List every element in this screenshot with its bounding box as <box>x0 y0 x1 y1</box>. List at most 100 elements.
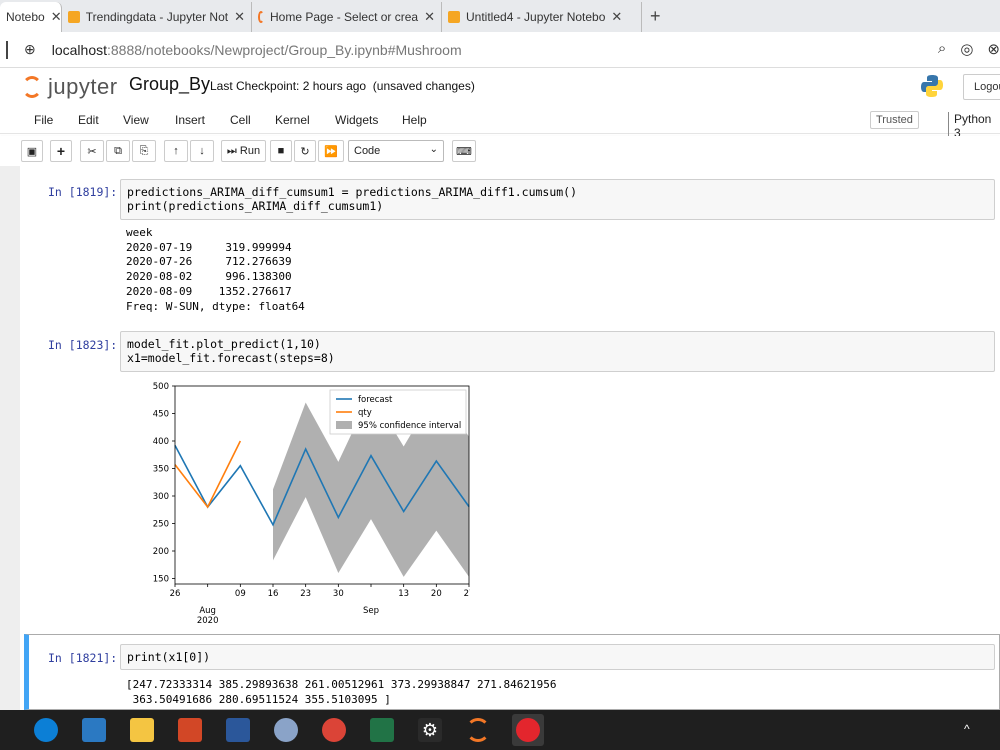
browser-tab-2[interactable]: Trendingdata - Jupyter Not ✕ <box>62 2 252 32</box>
trusted-badge[interactable]: Trusted <box>870 111 919 129</box>
move-up-button[interactable]: ↑ <box>164 140 188 162</box>
settings-gear-icon[interactable]: ⚙ <box>418 718 442 742</box>
x-tick-label: 16 <box>268 589 279 599</box>
menu-view[interactable]: View <box>123 113 149 127</box>
checkpoint-text: Last Checkpoint: 2 hours ago <box>210 79 367 93</box>
plus-icon: + <box>56 143 66 159</box>
cell-type-value: Code <box>354 145 381 157</box>
menu-kernel[interactable]: Kernel <box>275 113 310 127</box>
restart-button[interactable]: ↻ <box>294 140 316 162</box>
code-input[interactable]: print(x1[0]) <box>120 644 995 670</box>
close-icon[interactable]: ⊗ <box>987 40 1000 58</box>
code-input[interactable]: model_fit.plot_predict(1,10) x1=model_fi… <box>120 331 995 372</box>
close-icon[interactable]: ✕ <box>51 9 61 25</box>
globe-icon: ⊕ <box>24 41 36 57</box>
tab-label: Trendingdata - Jupyter Not <box>85 10 229 24</box>
menu-insert[interactable]: Insert <box>175 113 205 127</box>
jupyter-ring-icon <box>22 76 42 98</box>
move-down-button[interactable]: ↓ <box>190 140 214 162</box>
jupyter-wordmark: jupyter <box>48 74 118 99</box>
series-line-qty <box>174 440 242 509</box>
scissors-icon: ✂ <box>87 145 97 158</box>
edge-icon[interactable] <box>34 718 58 742</box>
jupyter-logo[interactable]: jupyter <box>22 74 118 100</box>
close-icon[interactable]: ✕ <box>234 9 245 25</box>
fast-forward-icon: ⏩ <box>324 145 338 158</box>
run-icon: ⏭ <box>226 144 237 157</box>
save-icon: ▣ <box>26 145 38 158</box>
camera-icon[interactable]: ◎ <box>960 40 973 58</box>
menu-help[interactable]: Help <box>402 113 427 127</box>
menu-cell[interactable]: Cell <box>230 113 251 127</box>
y-tick-label: 350 <box>153 465 169 475</box>
code-input[interactable]: predictions_ARIMA_diff_cumsum1 = predict… <box>120 179 995 220</box>
powerpoint-icon[interactable] <box>178 718 202 742</box>
new-tab-icon[interactable]: + <box>642 2 669 32</box>
browser-tab-bar: Notebo ✕ Trendingdata - Jupyter Not ✕ Ho… <box>0 0 1000 32</box>
jupyter-tab-icon <box>68 11 80 23</box>
store-icon[interactable] <box>82 718 106 742</box>
cell-prompt: In [1819]: <box>48 185 118 199</box>
notebook-title[interactable]: Group_By <box>129 74 210 95</box>
x-tick-label: 23 <box>300 589 311 599</box>
command-palette-button[interactable]: ⌨ <box>452 140 476 162</box>
excel-icon[interactable] <box>370 718 394 742</box>
jupyter-header: jupyter Group_By Last Checkpoint: 2 hour… <box>0 68 1000 106</box>
back-edge-icon[interactable] <box>6 40 10 59</box>
jupyter-tab-icon <box>448 11 460 23</box>
menu-widgets[interactable]: Widgets <box>335 113 378 127</box>
browser-tab-3[interactable]: Home Page - Select or crea ✕ <box>252 2 442 32</box>
browser-tab-1[interactable]: Notebo ✕ <box>0 2 62 32</box>
x-tick-label: 30 <box>333 589 344 599</box>
tab-label: Home Page - Select or crea <box>270 10 419 24</box>
cell-output: [247.72333314 385.29893638 261.00512961 … <box>126 678 557 706</box>
python-logo-icon <box>921 75 943 97</box>
unsaved-text: (unsaved changes) <box>372 79 475 93</box>
opera-icon[interactable] <box>516 718 540 742</box>
chevron-up-icon[interactable]: ^ <box>964 722 970 736</box>
menu-bar: File Edit View Insert Cell Kernel Widget… <box>0 106 1000 140</box>
cut-button[interactable]: ✂ <box>80 140 104 162</box>
legend-label: forecast <box>358 395 393 405</box>
url-field[interactable]: localhost:8888/notebooks/Newproject/Grou… <box>52 42 462 58</box>
run-label: Run <box>239 145 261 157</box>
x-tick-label: 13 <box>398 589 409 599</box>
loading-tab-icon <box>258 11 265 23</box>
chrome-icon[interactable] <box>322 718 346 742</box>
keyboard-icon: ⌨ <box>456 145 472 158</box>
y-tick-label: 150 <box>153 575 169 585</box>
jupyter-app-icon[interactable] <box>466 718 490 742</box>
y-tick-label: 400 <box>153 437 169 447</box>
browser-tab-4[interactable]: Untitled4 - Jupyter Notebo ✕ <box>442 2 642 32</box>
paste-icon: ⎘ <box>139 144 149 157</box>
paint-icon[interactable] <box>274 718 298 742</box>
y-tick-label: 300 <box>153 492 169 502</box>
y-tick-label: 250 <box>153 520 169 530</box>
paste-button[interactable]: ⎘ <box>132 140 156 162</box>
stop-icon: ■ <box>277 145 285 157</box>
restart-run-all-button[interactable]: ⏩ <box>318 140 344 162</box>
close-icon[interactable]: ✕ <box>424 9 435 25</box>
address-bar: ⊕ localhost:8888/notebooks/Newproject/Gr… <box>0 32 1000 68</box>
x-tick-label: 26 <box>170 589 181 599</box>
x-group-label: 2020 <box>197 616 219 626</box>
cell-prompt: In [1821]: <box>48 651 118 665</box>
menu-file[interactable]: File <box>34 113 53 127</box>
close-icon[interactable]: ✕ <box>611 9 622 25</box>
checkpoint-status: Last Checkpoint: 2 hours ago (unsaved ch… <box>210 79 475 93</box>
word-icon[interactable] <box>226 718 250 742</box>
menu-edit[interactable]: Edit <box>78 113 99 127</box>
save-button[interactable]: ▣ <box>21 140 43 162</box>
tab-label: Untitled4 - Jupyter Notebo <box>466 10 606 24</box>
file-explorer-icon[interactable] <box>130 718 154 742</box>
y-tick-label: 200 <box>153 547 169 557</box>
cell-type-select[interactable]: Code ⌄ <box>348 140 444 162</box>
restart-icon: ↻ <box>300 145 310 158</box>
insert-cell-button[interactable]: + <box>50 140 72 162</box>
x-group-label: Sep <box>363 606 379 616</box>
run-button[interactable]: ⏭ Run <box>221 140 266 162</box>
search-icon[interactable]: ⌕ <box>938 40 946 58</box>
logout-button[interactable]: Logout <box>963 74 1000 100</box>
copy-button[interactable]: ⧉ <box>106 140 130 162</box>
interrupt-button[interactable]: ■ <box>270 140 292 162</box>
